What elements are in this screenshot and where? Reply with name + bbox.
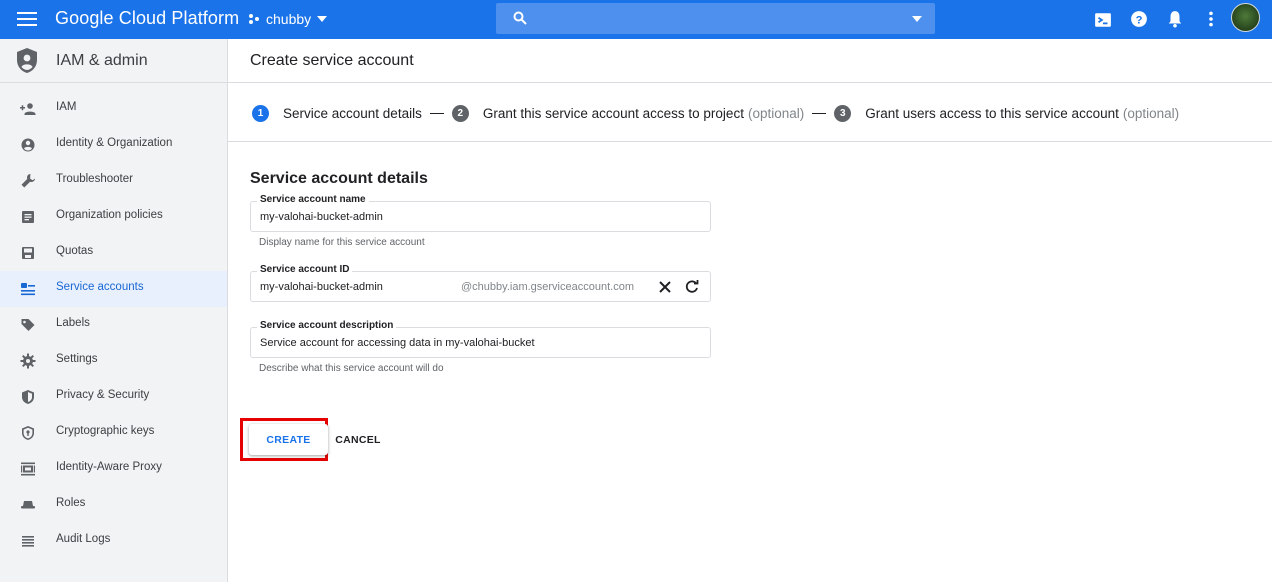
shield-icon (22, 390, 34, 404)
step-1-label: Service account details (283, 105, 422, 121)
label-icon (21, 319, 35, 331)
sidebar-item-quotas[interactable]: Quotas (0, 235, 227, 271)
project-icon (249, 14, 259, 24)
gear-icon (20, 353, 36, 369)
step-1-number: 1 (252, 104, 269, 122)
wrench-icon (21, 174, 35, 188)
sidebar-item-label: Audit Logs (56, 533, 111, 545)
sidebar-item-troubleshooter[interactable]: Troubleshooter (0, 163, 227, 199)
sidebar-item-labels[interactable]: Labels (0, 307, 227, 343)
main-content: Create service account 1 Service account… (228, 39, 1272, 582)
sidebar-header: IAM & admin (0, 39, 227, 83)
step-3-label: Grant users access to this service accou… (865, 105, 1119, 121)
service-account-id-input[interactable]: my-valohai-bucket-admin (260, 281, 383, 293)
sidebar-item-label: Settings (56, 353, 98, 365)
search-dropdown-icon[interactable] (912, 16, 922, 22)
save-disk-icon (22, 247, 34, 259)
sidebar-item-label: Organization policies (56, 209, 163, 221)
sidebar-item-identity-aware-proxy[interactable]: Identity-Aware Proxy (0, 451, 227, 487)
field-label: Service account name (257, 194, 369, 205)
sidebar-title: IAM & admin (56, 52, 148, 69)
field-label: Service account description (257, 320, 397, 331)
service-account-id-field[interactable]: Service account ID my-valohai-bucket-adm… (250, 264, 711, 302)
page-title: Create service account (250, 52, 414, 69)
service-account-description-field[interactable]: Service account description Service acco… (250, 320, 711, 358)
step-3-number: 3 (834, 104, 852, 122)
top-app-bar: Google Cloud Platform chubby ? (0, 0, 1272, 39)
sidebar-item-label: Quotas (56, 245, 94, 257)
step-connector (812, 112, 827, 114)
cancel-button[interactable]: CANCEL (332, 424, 384, 455)
iam-shield-icon (17, 48, 37, 73)
header-divider (228, 82, 1272, 83)
chevron-down-icon (317, 16, 328, 22)
search-bar[interactable] (496, 3, 935, 34)
step-2-label: Grant this service account access to pro… (482, 105, 744, 121)
sidebar-item-cryptographic-keys[interactable]: Cryptographic keys (0, 415, 227, 451)
sidebar-item-audit-logs[interactable]: Audit Logs (0, 523, 227, 559)
sidebar-item-label: Identity & Organization (56, 137, 173, 149)
project-name: chubby (266, 11, 312, 27)
description-helper-text: Describe what this service account will … (259, 363, 444, 374)
add-person-icon (20, 103, 36, 115)
cloud-shell-icon[interactable] (1094, 11, 1112, 29)
sidebar-item-label: Privacy & Security (56, 389, 150, 401)
help-icon[interactable]: ? (1130, 10, 1148, 28)
service-account-name-input[interactable]: my-valohai-bucket-admin (260, 211, 383, 223)
service-account-description-input[interactable]: Service account for accessing data in my… (260, 337, 535, 349)
svg-text:?: ? (1136, 15, 1143, 27)
stepper: 1 Service account details 2 Grant this s… (252, 103, 1179, 123)
sidebar-item-settings[interactable]: Settings (0, 343, 227, 379)
service-account-name-field[interactable]: Service account name my-valohai-bucket-a… (250, 194, 711, 232)
sidebar-item-label: Labels (56, 317, 90, 329)
key-shield-icon (22, 426, 34, 440)
refresh-icon[interactable] (684, 279, 700, 295)
document-icon (22, 211, 34, 223)
brand-title[interactable]: Google Cloud Platform (55, 8, 239, 29)
search-icon (513, 11, 527, 25)
sidebar-item-label: Service accounts (56, 281, 144, 293)
notifications-icon[interactable] (1166, 10, 1184, 28)
sidebar: IAM & admin IAM Identity & Organization … (0, 39, 228, 582)
project-selector[interactable]: chubby (248, 8, 328, 30)
service-account-icon (21, 283, 35, 296)
step-2-number: 2 (451, 104, 469, 122)
stepper-divider (228, 141, 1272, 142)
sidebar-item-label: IAM (56, 101, 77, 113)
step-connector (429, 112, 444, 114)
step-2-optional: (optional) (747, 105, 805, 121)
sidebar-item-organization-policies[interactable]: Organization policies (0, 199, 227, 235)
field-label: Service account ID (257, 264, 353, 275)
sidebar-item-service-accounts[interactable]: Service accounts (0, 271, 227, 307)
service-account-id-suffix: @chubby.iam.gserviceaccount.com (461, 281, 634, 293)
step-3-optional: (optional) (1122, 105, 1180, 121)
proxy-icon (21, 462, 35, 476)
roles-icon (21, 501, 35, 509)
menu-icon[interactable] (17, 12, 37, 27)
sidebar-item-label: Roles (56, 497, 86, 509)
avatar[interactable] (1231, 3, 1260, 32)
sidebar-item-iam[interactable]: IAM (0, 91, 227, 127)
name-helper-text: Display name for this service account (259, 237, 425, 248)
sidebar-item-label: Cryptographic keys (56, 425, 155, 437)
create-button[interactable]: CREATE (249, 424, 328, 455)
section-title: Service account details (250, 170, 428, 187)
sidebar-item-identity-organization[interactable]: Identity & Organization (0, 127, 227, 163)
account-circle-icon (21, 138, 35, 152)
sidebar-item-roles[interactable]: Roles (0, 487, 227, 523)
sidebar-item-label: Identity-Aware Proxy (56, 461, 162, 473)
clear-icon[interactable] (657, 279, 673, 295)
list-icon (22, 536, 34, 547)
sidebar-item-label: Troubleshooter (56, 173, 133, 185)
sidebar-item-privacy-security[interactable]: Privacy & Security (0, 379, 227, 415)
more-vert-icon[interactable] (1202, 10, 1220, 28)
